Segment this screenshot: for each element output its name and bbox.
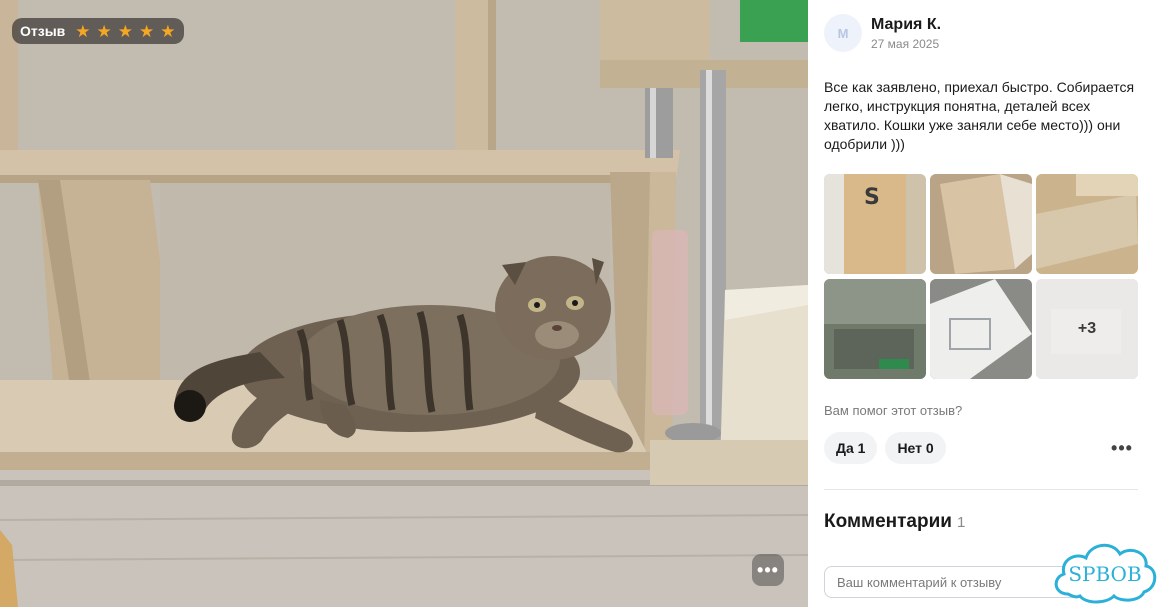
star-icon: ★ xyxy=(117,21,134,41)
review-date: 27 мая 2025 xyxy=(871,36,940,51)
author-name: Мария К. xyxy=(871,15,942,33)
review-author: М Мария К. 27 мая 2025 xyxy=(824,14,941,52)
review-photo[interactable]: Отзыв ★ ★ ★ ★ ★ ••• xyxy=(0,0,808,607)
more-horizontal-icon[interactable]: ••• xyxy=(1110,436,1134,460)
vote-no-button[interactable]: Нет 0 xyxy=(885,432,946,464)
photo-thumbnail[interactable] xyxy=(1036,174,1138,274)
photo-options-button[interactable]: ••• xyxy=(752,554,784,586)
rating-badge: Отзыв ★ ★ ★ ★ ★ xyxy=(12,18,184,44)
star-icon: ★ xyxy=(96,21,112,41)
photo-thumbnail[interactable] xyxy=(930,174,1032,274)
star-icon: ★ xyxy=(160,21,176,41)
star-icon: ★ xyxy=(139,21,155,41)
svg-text:SPBOB: SPBOB xyxy=(1068,562,1141,586)
review-panel: М Мария К. 27 мая 2025 Все как заявлено,… xyxy=(808,0,1162,607)
helpful-question: Вам помог этот отзыв? xyxy=(824,403,963,418)
review-viewer: Отзыв ★ ★ ★ ★ ★ ••• М Мария К. 27 мая 20… xyxy=(0,0,1162,607)
rating-label: Отзыв xyxy=(20,23,66,39)
review-photo-grid: S +3 xyxy=(824,174,1138,379)
watermark-logo: SPBOB xyxy=(1054,543,1157,604)
vote-buttons: Да 1 Нет 0 xyxy=(824,432,946,464)
comments-heading: Комментарии 1 xyxy=(824,511,965,533)
photo-thumbnail[interactable] xyxy=(824,279,926,379)
photo-thumbnail[interactable] xyxy=(930,279,1032,379)
vote-yes-button[interactable]: Да 1 xyxy=(824,432,878,464)
divider xyxy=(824,489,1138,490)
review-text: Все как заявлено, приехал быстро. Собира… xyxy=(824,79,1135,152)
author-info: Мария К. 27 мая 2025 xyxy=(871,16,941,51)
svg-text:S: S xyxy=(864,185,880,210)
photo-thumbnail-more[interactable]: +3 xyxy=(1036,279,1138,379)
star-icon: ★ xyxy=(75,21,91,41)
ellipsis-icon: ••• xyxy=(757,559,779,580)
more-photos-count: +3 xyxy=(1036,279,1138,379)
comments-title: Комментарии xyxy=(824,511,952,532)
comments-count: 1 xyxy=(956,514,966,531)
cat-in-shelf-image xyxy=(0,0,808,607)
avatar: М xyxy=(824,14,862,52)
photo-thumbnail[interactable]: S xyxy=(824,174,926,274)
